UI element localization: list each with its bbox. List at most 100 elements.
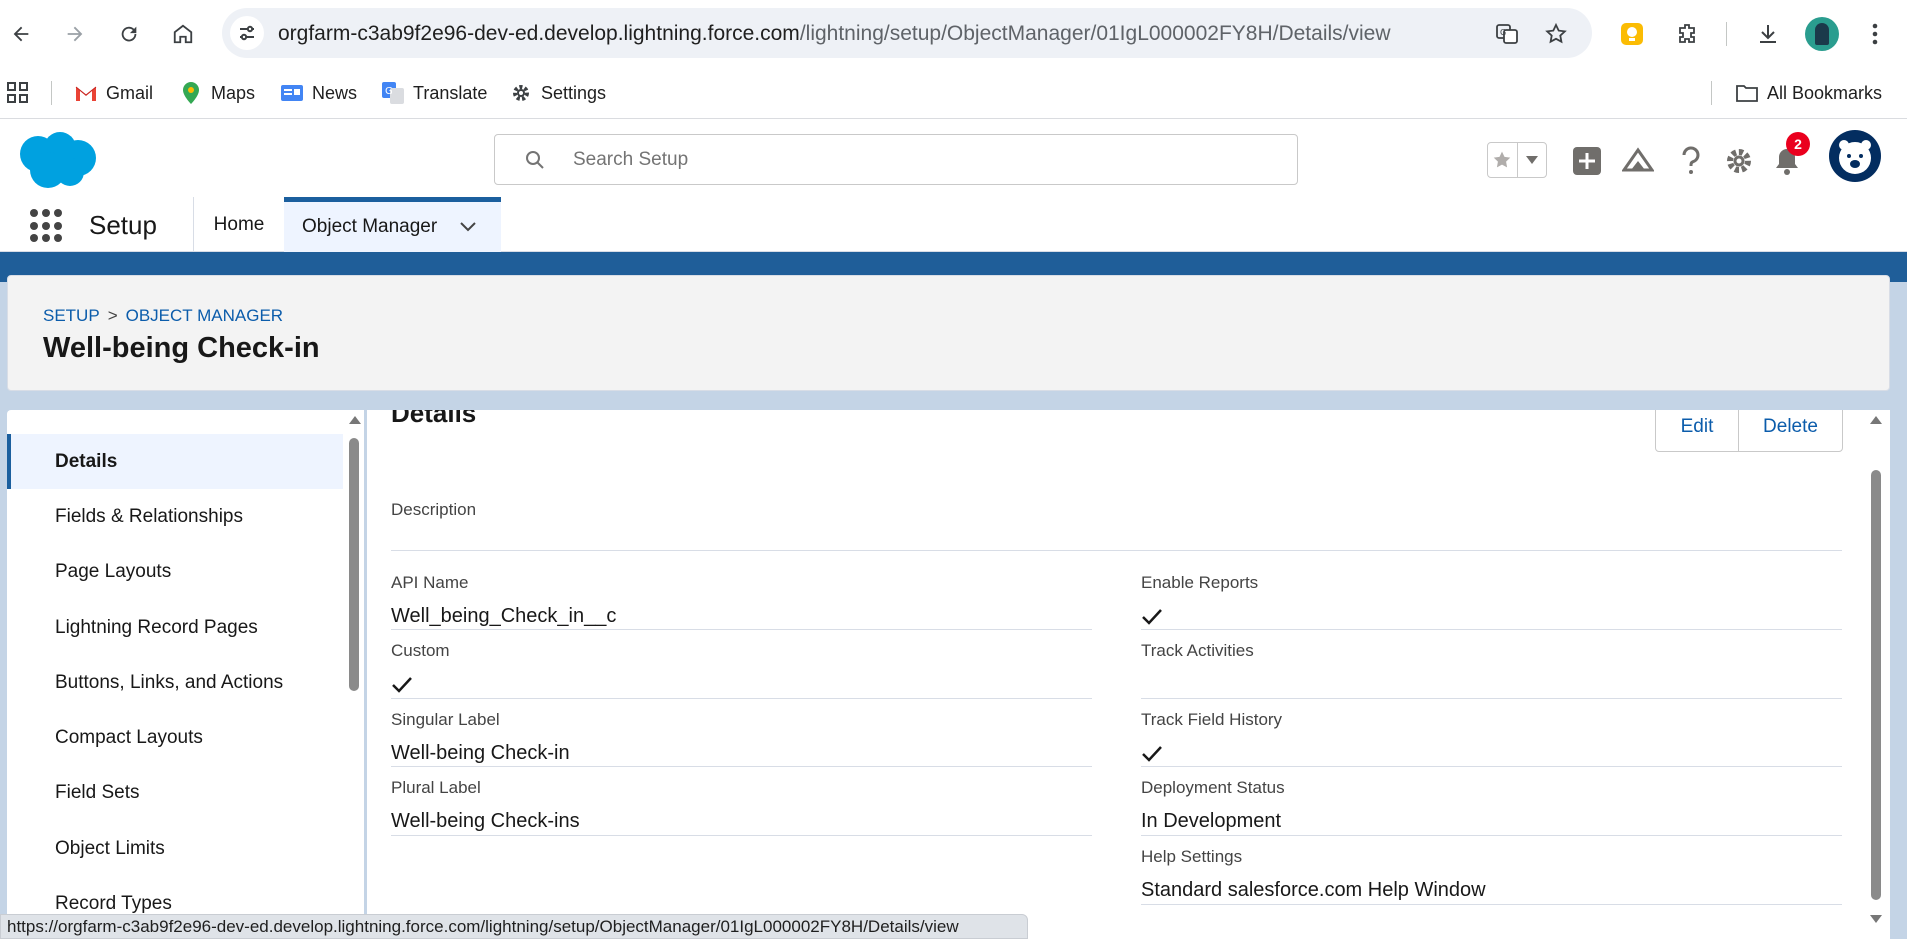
- checkmark-icon: [392, 677, 412, 693]
- sidebar-item-label: Details: [55, 450, 118, 472]
- global-actions-button[interactable]: [1570, 144, 1604, 178]
- bookmark-settings[interactable]: Settings: [509, 79, 606, 107]
- translate-page-icon[interactable]: G: [1494, 21, 1520, 47]
- edit-button[interactable]: Edit: [1656, 410, 1738, 451]
- extensions-puzzle-icon[interactable]: [1670, 17, 1704, 51]
- field-label-custom: Custom: [391, 641, 450, 660]
- field-label-deployment-status: Deployment Status: [1141, 778, 1285, 797]
- favorites-group: [1487, 142, 1547, 178]
- notification-badge: 2: [1786, 132, 1810, 156]
- global-header: 2: [0, 120, 1907, 197]
- setup-gear-button[interactable]: [1722, 144, 1756, 178]
- downloads-icon[interactable]: [1751, 17, 1785, 51]
- svg-text:G: G: [385, 86, 393, 97]
- field-divider: [391, 698, 1092, 699]
- details-panel: Details Edit Delete Description API Name…: [367, 410, 1890, 939]
- sidebar-item-label: Record Types: [55, 892, 172, 914]
- app-name: Setup: [89, 210, 157, 240]
- sidebar-item-label: Object Limits: [55, 837, 165, 859]
- sidebar-item-page-layouts[interactable]: Page Layouts: [7, 544, 343, 599]
- all-bookmarks-label: All Bookmarks: [1767, 82, 1883, 103]
- all-bookmarks-button[interactable]: All Bookmarks: [1735, 79, 1882, 107]
- action-button-group: Edit Delete: [1655, 410, 1843, 452]
- bookmark-separator: [51, 81, 52, 105]
- field-label-help-settings: Help Settings: [1141, 847, 1243, 866]
- sidebar-item-lightning-record-pages[interactable]: Lightning Record Pages: [7, 600, 343, 655]
- bookmark-label: Maps: [211, 82, 256, 103]
- search-input[interactable]: [573, 147, 1173, 173]
- checkmark-icon: [1142, 746, 1162, 762]
- field-divider: [1141, 904, 1842, 905]
- bookmark-gmail[interactable]: Gmail: [74, 79, 153, 107]
- field-label-track-field-history: Track Field History: [1141, 710, 1283, 729]
- help-icon: [1682, 146, 1700, 174]
- field-divider: [1141, 629, 1842, 630]
- field-value-singular-label: Well-being Check-in: [391, 742, 570, 764]
- back-arrow-icon: [13, 26, 29, 42]
- field-value-plural-label: Well-being Check-ins: [391, 810, 580, 832]
- field-value-deployment-status: In Development: [1141, 810, 1282, 832]
- address-bar[interactable]: orgfarm-c3ab9f2e96-dev-ed.develop.lightn…: [222, 8, 1592, 58]
- url-host: orgfarm-c3ab9f2e96-dev-ed.develop.lightn…: [278, 22, 800, 45]
- object-page-header: SETUP > OBJECT MANAGER Well-being Check-in: [7, 275, 1890, 391]
- favorites-dropdown-button[interactable]: [1516, 143, 1547, 177]
- sidebar-item-object-limits[interactable]: Object Limits: [7, 821, 343, 876]
- breadcrumb-setup[interactable]: SETUP: [43, 306, 100, 325]
- sidebar-item-field-sets[interactable]: Field Sets: [7, 765, 343, 820]
- sidebar-item-details[interactable]: Details: [7, 434, 343, 489]
- apps-grid-icon[interactable]: [6, 79, 30, 107]
- chrome-menu-icon[interactable]: [1858, 17, 1892, 51]
- svg-text:G: G: [1500, 28, 1506, 37]
- breadcrumb-object-manager[interactable]: OBJECT MANAGER: [126, 306, 283, 325]
- app-launcher-icon[interactable]: [30, 209, 64, 243]
- field-divider: [391, 629, 1092, 630]
- bookmark-label: Translate: [413, 82, 488, 103]
- details-scrollbar-thumb[interactable]: [1871, 470, 1881, 900]
- bookmark-translate[interactable]: G Translate: [381, 79, 487, 107]
- bookmark-news[interactable]: News: [280, 79, 357, 107]
- scroll-down-arrow-icon[interactable]: [1870, 915, 1882, 923]
- scroll-up-arrow-icon[interactable]: [1870, 416, 1882, 424]
- help-button[interactable]: [1674, 144, 1708, 178]
- sidebar-scrollbar-thumb[interactable]: [349, 438, 359, 691]
- chevron-down-icon[interactable]: [459, 221, 477, 233]
- gear-icon: [1727, 149, 1751, 173]
- maps-pin-icon: [179, 81, 203, 105]
- reload-button[interactable]: [112, 17, 146, 51]
- profile-avatar[interactable]: [1805, 17, 1839, 51]
- scroll-up-arrow-icon[interactable]: [349, 416, 361, 424]
- url-path: /lightning/setup/ObjectManager/01IgL0000…: [799, 22, 1391, 45]
- news-icon: [280, 81, 304, 105]
- bookmark-maps[interactable]: Maps: [179, 79, 255, 107]
- sidebar-item-label: Field Sets: [55, 781, 140, 803]
- trailhead-button[interactable]: [1621, 144, 1655, 178]
- tab-label: Object Manager: [302, 216, 438, 237]
- field-divider: [391, 766, 1092, 767]
- toolbar-separator: [1726, 22, 1727, 46]
- home-button[interactable]: [166, 17, 200, 51]
- sidebar-item-label: Lightning Record Pages: [55, 616, 258, 638]
- favorite-star-button[interactable]: [1488, 143, 1517, 177]
- gmail-icon: [74, 81, 98, 105]
- tab-object-manager[interactable]: Object Manager: [284, 197, 501, 252]
- back-button[interactable]: [4, 17, 38, 51]
- home-icon: [173, 24, 193, 44]
- keep-extension-icon[interactable]: [1615, 17, 1649, 51]
- astro-bear-icon: [1839, 140, 1871, 174]
- app-navigation-bar: Setup Home Object Manager: [0, 197, 1907, 252]
- bookmark-label: Settings: [541, 82, 607, 103]
- folder-icon: [1735, 81, 1759, 105]
- search-setup-box[interactable]: [494, 134, 1298, 185]
- sidebar-item-label: Compact Layouts: [55, 726, 203, 748]
- salesforce-logo[interactable]: [12, 130, 100, 190]
- tab-home[interactable]: Home: [194, 197, 284, 252]
- site-info-button[interactable]: [230, 16, 264, 50]
- sidebar-item-fields-relationships[interactable]: Fields & Relationships: [7, 489, 343, 544]
- sidebar-item-compact-layouts[interactable]: Compact Layouts: [7, 710, 343, 765]
- bookmark-star-icon[interactable]: [1543, 21, 1569, 47]
- sidebar-item-buttons-links-actions[interactable]: Buttons, Links, and Actions: [7, 655, 343, 710]
- delete-button[interactable]: Delete: [1738, 410, 1842, 451]
- bookmark-label: News: [312, 82, 358, 103]
- user-avatar[interactable]: [1829, 130, 1881, 182]
- forward-button[interactable]: [58, 17, 92, 51]
